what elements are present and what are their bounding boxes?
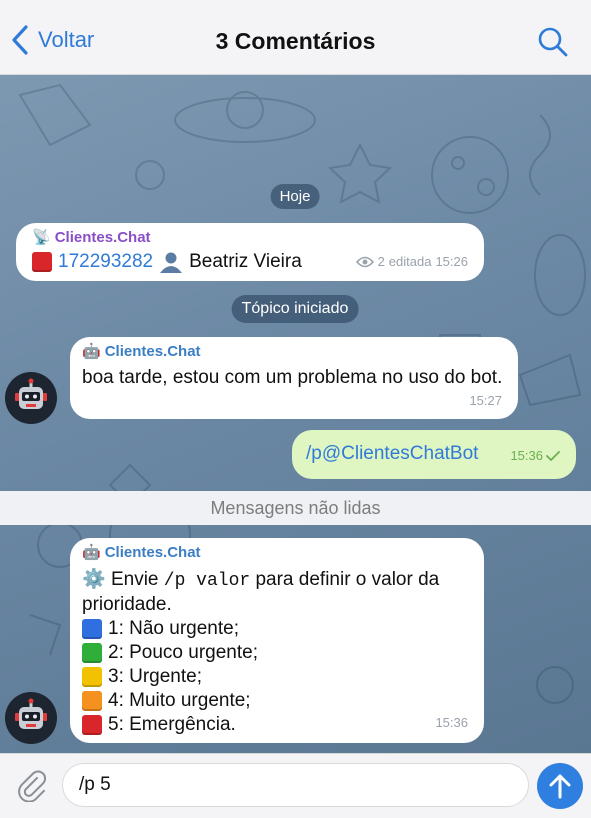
message-composer bbox=[0, 753, 591, 818]
bot-avatar[interactable] bbox=[5, 372, 57, 424]
arrow-up-icon bbox=[549, 774, 571, 799]
red-square-icon bbox=[32, 252, 52, 272]
priority-label: 4: Muito urgente; bbox=[108, 690, 251, 711]
message-text: boa tarde, estou com um problema no uso … bbox=[82, 367, 503, 388]
eye-icon bbox=[355, 256, 374, 268]
checkmark-icon bbox=[546, 451, 560, 461]
message-input[interactable] bbox=[62, 763, 529, 807]
priority-label: 1: Não urgente; bbox=[108, 618, 239, 639]
instruction-prefix: Envie bbox=[110, 569, 159, 590]
priority-option: 2: Pouco urgente; bbox=[82, 641, 472, 665]
blue-square-icon bbox=[82, 619, 102, 639]
gear-icon: ⚙️ bbox=[82, 569, 106, 590]
green-square-icon bbox=[82, 643, 102, 663]
bot-avatar[interactable] bbox=[5, 692, 57, 744]
date-separator: Hoje bbox=[270, 184, 320, 209]
orange-square-icon bbox=[82, 691, 102, 711]
unread-messages-divider: Mensagens não lidas bbox=[0, 491, 591, 525]
edited-label: editada bbox=[388, 254, 432, 269]
sender-name: Clientes.Chat bbox=[104, 343, 201, 360]
message-body: ⚙️ Envie /p valor para definir o valor d… bbox=[82, 568, 472, 737]
chat-area[interactable]: Hoje 📡 Clientes.Chat 172293282 Beatriz V… bbox=[0, 75, 591, 753]
priority-option: 1: Não urgente; bbox=[82, 617, 472, 641]
priority-label: 3: Urgente; bbox=[108, 666, 202, 687]
message-time: 15:36 bbox=[510, 448, 543, 463]
message-bubble[interactable]: 🤖 Clientes.Chat ⚙️ Envie /p valor para d… bbox=[70, 538, 484, 743]
message-time: 15:26 bbox=[435, 254, 468, 269]
robot-icon bbox=[15, 378, 47, 409]
message-status: 15:36 bbox=[510, 444, 560, 468]
message-sender: 🤖 Clientes.Chat bbox=[82, 343, 506, 361]
message-sender: 🤖 Clientes.Chat bbox=[82, 544, 472, 562]
priority-option: 5: Emergência. bbox=[82, 713, 472, 737]
message-bubble[interactable]: 🤖 Clientes.Chat boa tarde, estou com um … bbox=[70, 337, 518, 419]
message-time: 15:36 bbox=[435, 715, 468, 730]
message-time: 15:27 bbox=[469, 393, 502, 408]
bot-command-link[interactable]: /p@ClientesChatBot bbox=[306, 443, 478, 464]
yellow-square-icon bbox=[82, 667, 102, 687]
priority-label: 5: Emergência. bbox=[108, 714, 236, 735]
top-bar: Voltar 3 Comentários bbox=[0, 0, 591, 75]
satellite-antenna-icon: 📡 bbox=[32, 229, 51, 246]
sender-name: Clientes.Chat bbox=[54, 229, 151, 246]
send-button[interactable] bbox=[537, 763, 583, 809]
command-code: /p valor bbox=[163, 571, 251, 591]
message-bubble[interactable]: 📡 Clientes.Chat 172293282 Beatriz Vieira… bbox=[16, 223, 484, 281]
outgoing-message-bubble[interactable]: /p@ClientesChatBot 15:36 bbox=[292, 430, 576, 479]
user-name: Beatriz Vieira bbox=[189, 251, 302, 272]
priority-label: 2: Pouco urgente; bbox=[108, 642, 258, 663]
message-sender: 📡 Clientes.Chat bbox=[32, 229, 468, 247]
topic-started-label: Tópico iniciado bbox=[231, 295, 359, 323]
red-square-icon bbox=[82, 715, 102, 735]
search-icon[interactable] bbox=[537, 26, 569, 58]
user-id-link[interactable]: 172293282 bbox=[58, 250, 153, 274]
sender-name: Clientes.Chat bbox=[104, 544, 201, 561]
instruction-text: ⚙️ Envie /p valor para definir o valor d… bbox=[82, 568, 472, 617]
page-title: 3 Comentários bbox=[215, 28, 376, 54]
robot-icon bbox=[15, 698, 47, 729]
robot-face-icon: 🤖 bbox=[82, 343, 101, 360]
priority-option: 4: Muito urgente; bbox=[82, 689, 472, 713]
view-count: 2 bbox=[377, 254, 385, 269]
user-silhouette-icon bbox=[160, 252, 183, 273]
message-meta: 2 editada 15:26 bbox=[355, 250, 468, 274]
paperclip-icon[interactable] bbox=[14, 768, 48, 802]
robot-face-icon: 🤖 bbox=[82, 544, 101, 561]
priority-option: 3: Urgente; bbox=[82, 665, 472, 689]
